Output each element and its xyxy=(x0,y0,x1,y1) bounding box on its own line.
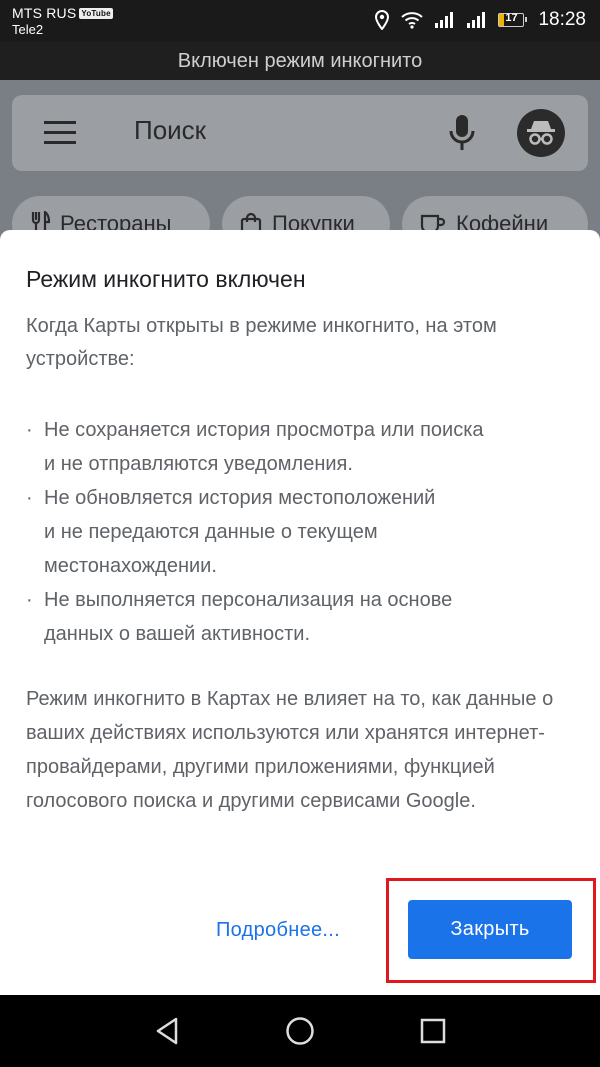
search-input[interactable]: Поиск xyxy=(134,115,206,146)
bullet-text: Не обновляется история местоположений и … xyxy=(44,487,436,577)
carrier-primary-label: MTS RUS xyxy=(12,5,77,21)
status-bar: MTS RUS YoTube Tele2 17 18:28 xyxy=(0,0,600,42)
incognito-dialog: Режим инкогнито включен Когда Карты откр… xyxy=(0,230,600,995)
list-item: · Не обновляется история местоположений … xyxy=(26,481,586,583)
bullet-text: Не выполняется персонализация на основе … xyxy=(44,589,453,645)
location-icon xyxy=(375,10,390,30)
search-bar[interactable]: Поиск xyxy=(12,95,588,171)
dialog-bullet-list: · Не сохраняется история просмотра или п… xyxy=(26,413,586,651)
list-item: · Не сохраняется история просмотра или п… xyxy=(26,413,586,481)
incognito-banner: Включен режим инкогнито xyxy=(0,42,600,80)
learn-more-button[interactable]: Подробнее... xyxy=(208,910,348,950)
signal-icon xyxy=(467,12,486,28)
carrier-badge: YoTube xyxy=(79,8,113,19)
carrier-secondary: Tele2 xyxy=(12,22,44,37)
bullet-mark: · xyxy=(26,487,33,509)
clock: 18:28 xyxy=(538,9,586,30)
battery-icon: 17 xyxy=(498,12,528,27)
back-triangle-icon[interactable] xyxy=(152,1015,184,1047)
signal-icon xyxy=(435,12,454,28)
recents-square-icon[interactable] xyxy=(417,1015,449,1047)
status-icons: 17 18:28 xyxy=(374,8,586,32)
list-item: · Не выполняется персонализация на основ… xyxy=(26,583,586,651)
battery-level: 17 xyxy=(505,12,518,24)
incognito-avatar-icon[interactable] xyxy=(517,109,565,157)
mic-icon[interactable] xyxy=(448,113,476,153)
incognito-glyph xyxy=(527,121,555,145)
dialog-footer-text: Режим инкогнито в Картах не влияет на то… xyxy=(26,688,554,812)
bullet-text: Не сохраняется история просмотра или пои… xyxy=(44,419,484,475)
menu-icon[interactable] xyxy=(44,119,76,147)
bullet-mark: · xyxy=(26,419,33,441)
home-circle-icon[interactable] xyxy=(284,1015,316,1047)
dialog-intro: Когда Карты открыты в режиме инкогнито, … xyxy=(26,315,497,370)
carrier-primary: MTS RUS YoTube xyxy=(12,5,113,21)
navigation-bar xyxy=(0,995,600,1067)
close-button[interactable]: Закрыть xyxy=(408,900,572,959)
bullet-mark: · xyxy=(26,589,33,611)
wifi-icon xyxy=(401,12,424,29)
dialog-title: Режим инкогнито включен xyxy=(26,266,306,292)
